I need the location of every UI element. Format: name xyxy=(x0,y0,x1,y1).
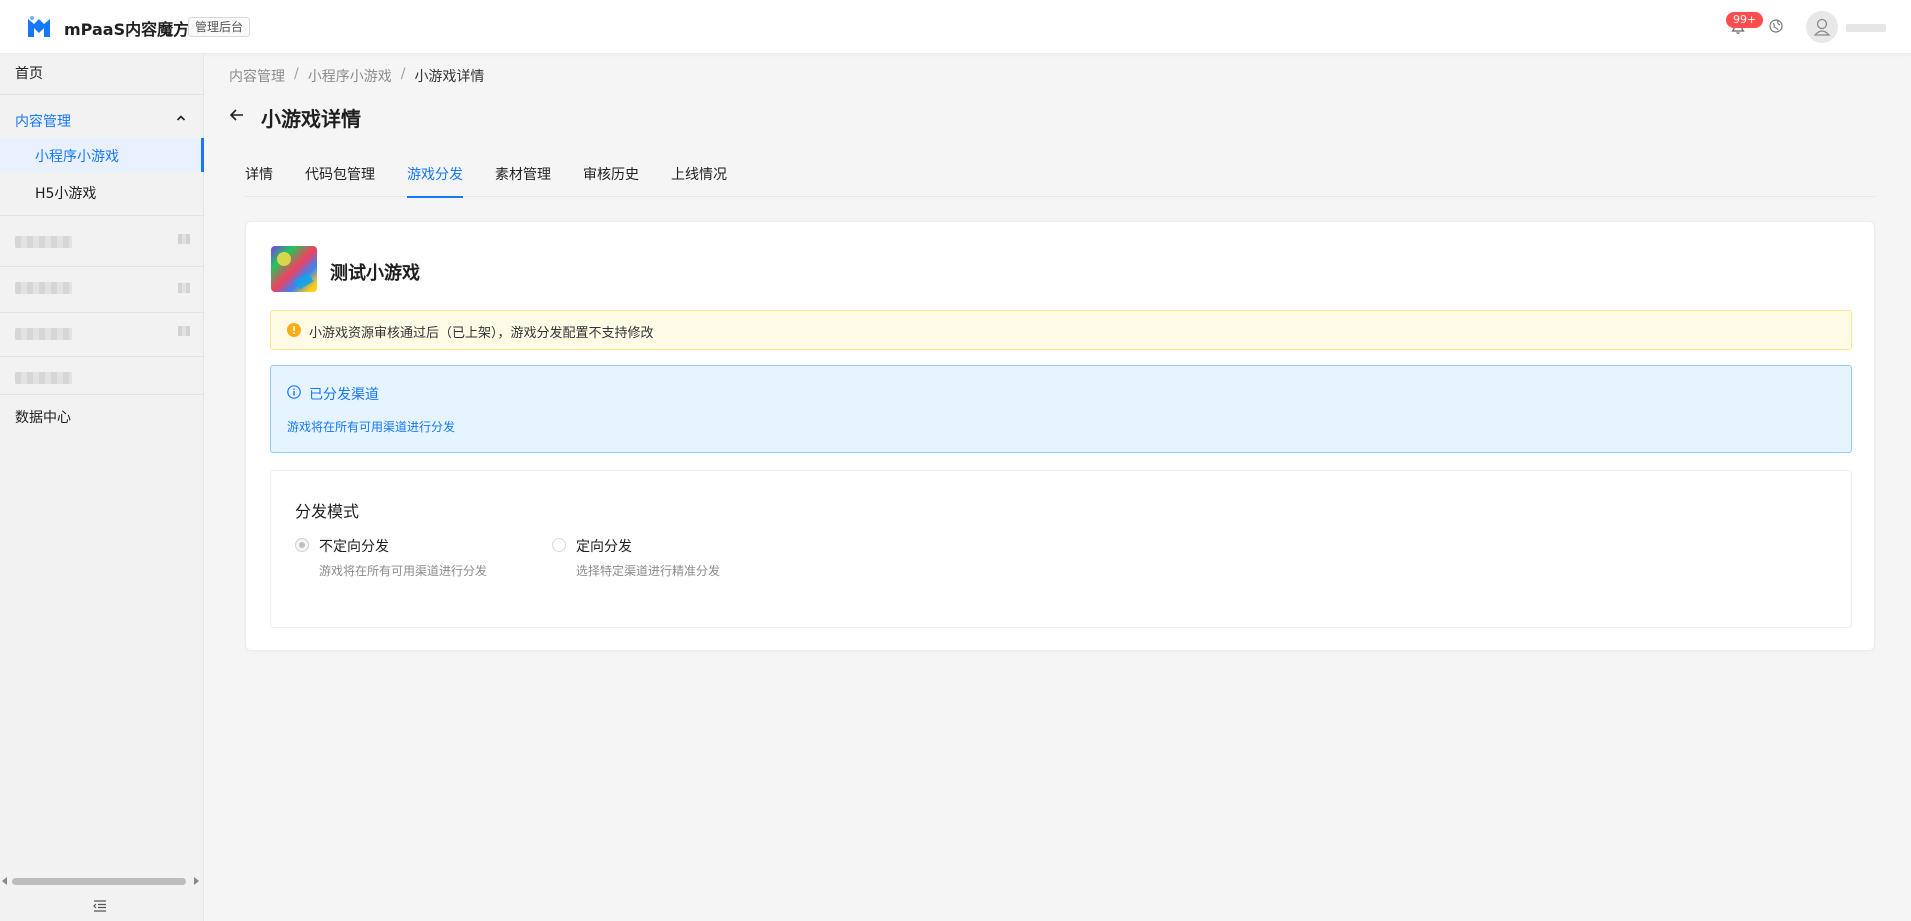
sidebar-item-home[interactable]: 首页 xyxy=(0,54,204,94)
blurred-chevron xyxy=(178,234,190,244)
info-circle-icon xyxy=(287,385,301,399)
globe-icon[interactable] xyxy=(1768,18,1784,34)
sidebar-item-label: 数据中心 xyxy=(15,410,71,426)
back-arrow-icon[interactable] xyxy=(229,107,245,123)
radio-untargeted[interactable] xyxy=(295,538,309,552)
sidebar-item-label: 首页 xyxy=(15,66,43,82)
sidebar: 首页 内容管理 小程序小游戏 H5小游戏 数据中心 xyxy=(0,54,204,921)
tab-details[interactable]: 详情 xyxy=(245,164,273,197)
info-title: 已分发渠道 xyxy=(309,387,379,403)
breadcrumb-link-miniprogram-games[interactable]: 小程序小游戏 xyxy=(308,66,392,86)
username-blurred[interactable] xyxy=(1846,24,1886,32)
warning-text: 小游戏资源审核通过后（已上架），游戏分发配置不支持修改 xyxy=(309,326,654,341)
page-title: 小游戏详情 xyxy=(261,107,361,131)
tab-game-distribution[interactable]: 游戏分发 xyxy=(407,164,463,198)
section-title: 分发模式 xyxy=(295,502,360,521)
radio-label-untargeted[interactable]: 不定向分发 xyxy=(319,536,389,556)
sidebar-item-label: 内容管理 xyxy=(15,114,71,130)
sidebar-item-data-center[interactable]: 数据中心 xyxy=(0,400,204,440)
sidebar-divider xyxy=(0,94,204,95)
mpaas-logo-icon[interactable] xyxy=(26,15,52,39)
sidebar-divider xyxy=(0,356,204,357)
sidebar-item-content-mgmt[interactable]: 内容管理 xyxy=(0,104,204,138)
tab-bar: 详情 代码包管理 游戏分发 素材管理 审核历史 上线情况 xyxy=(245,162,1875,198)
chevron-up-icon xyxy=(176,115,186,121)
breadcrumb-link-content-mgmt[interactable]: 内容管理 xyxy=(229,66,285,86)
info-description: 游戏将在所有可用渠道进行分发 xyxy=(287,420,456,434)
sidebar-item-miniprogram-games[interactable]: 小程序小游戏 xyxy=(0,138,204,172)
sidebar-item-blurred[interactable] xyxy=(0,222,204,262)
exclamation-circle-icon xyxy=(287,323,301,337)
user-icon xyxy=(1813,18,1831,36)
sidebar-item-h5-games[interactable]: H5小游戏 xyxy=(0,175,204,209)
sidebar-item-label: 小程序小游戏 xyxy=(35,149,119,165)
notification-badge: 99+ xyxy=(1726,12,1764,28)
sidebar-divider xyxy=(0,312,204,313)
tab-code-package[interactable]: 代码包管理 xyxy=(305,164,375,197)
scroll-left-arrow[interactable] xyxy=(2,877,7,885)
sidebar-item-label: H5小游戏 xyxy=(35,186,97,202)
sidebar-divider xyxy=(0,215,204,216)
sidebar-item-blurred[interactable] xyxy=(0,268,204,308)
sidebar-scrollbar[interactable] xyxy=(0,874,204,888)
breadcrumb-current: 小游戏详情 xyxy=(414,69,485,85)
warning-alert: 小游戏资源审核通过后（已上架），游戏分发配置不支持修改 xyxy=(270,310,1852,350)
radio-desc-targeted: 选择特定渠道进行精准分发 xyxy=(576,564,721,578)
radio-targeted[interactable] xyxy=(552,538,566,552)
scrollbar-thumb[interactable] xyxy=(12,878,186,885)
tab-review-history[interactable]: 审核历史 xyxy=(583,164,639,197)
avatar[interactable] xyxy=(1806,11,1838,43)
breadcrumb-separator: / xyxy=(294,66,299,82)
radio-desc-untargeted: 游戏将在所有可用渠道进行分发 xyxy=(319,564,488,578)
sidebar-item-blurred[interactable] xyxy=(0,358,204,398)
breadcrumb-separator: / xyxy=(400,66,406,82)
game-name: 测试小游戏 xyxy=(330,263,420,284)
sidebar-divider xyxy=(0,266,204,267)
tab-online-status[interactable]: 上线情况 xyxy=(671,164,727,197)
game-thumbnail xyxy=(271,246,317,292)
tab-materials[interactable]: 素材管理 xyxy=(495,164,551,197)
scroll-right-arrow[interactable] xyxy=(194,877,199,885)
app-title[interactable]: mPaaS内容魔方 xyxy=(64,16,189,40)
admin-tag: 管理后台 xyxy=(188,17,251,37)
blurred-label xyxy=(15,328,72,340)
breadcrumb: 内容管理 / 小程序小游戏 / 小游戏详情 xyxy=(229,66,484,86)
radio-label-targeted[interactable]: 定向分发 xyxy=(576,536,632,556)
distribution-mode-section: 分发模式 不定向分发 游戏将在所有可用渠道进行分发 定向分发 选择特定渠道进行精… xyxy=(270,470,1852,628)
blurred-label xyxy=(15,282,72,294)
collapse-menu-icon[interactable] xyxy=(92,899,108,913)
top-header: mPaaS内容魔方 管理后台 99+ xyxy=(0,0,1911,54)
sidebar-divider xyxy=(0,394,204,395)
blurred-label xyxy=(15,236,72,248)
blurred-chevron xyxy=(178,283,190,293)
blurred-chevron xyxy=(178,326,190,336)
info-alert: 已分发渠道 游戏将在所有可用渠道进行分发 xyxy=(270,365,1852,453)
sidebar-item-blurred[interactable] xyxy=(0,314,204,354)
blurred-label xyxy=(15,372,72,384)
distribution-card: 测试小游戏 小游戏资源审核通过后（已上架），游戏分发配置不支持修改 已分发渠道 … xyxy=(245,221,1875,651)
